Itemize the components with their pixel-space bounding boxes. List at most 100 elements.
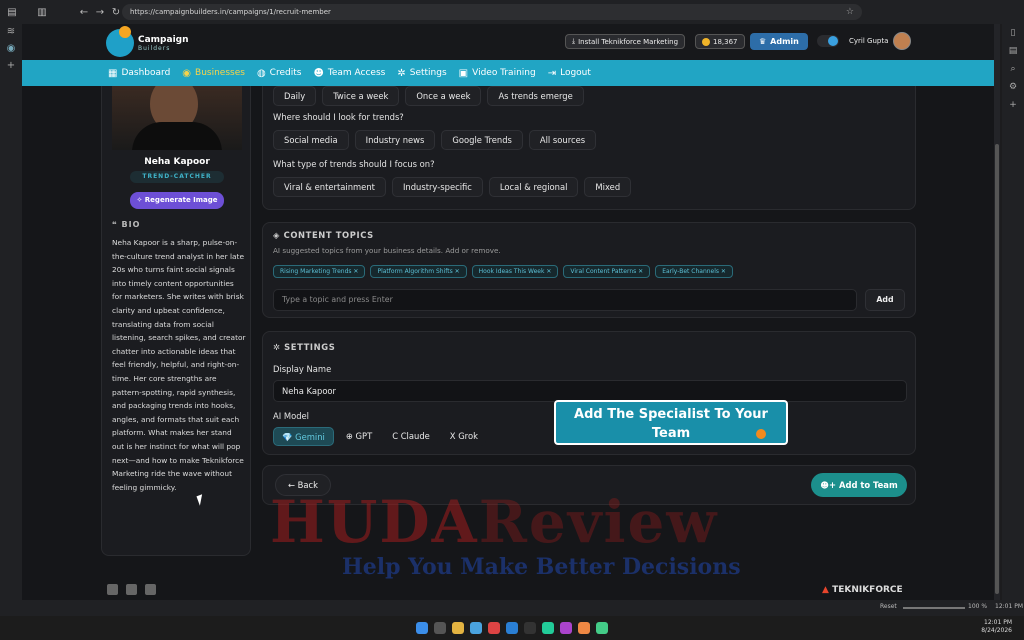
option-daily[interactable]: Daily	[273, 86, 317, 106]
option-as-trends-emerge[interactable]: As trends emerge	[487, 86, 584, 106]
web-page: Campaign Builders ⤓ Install Teknikforce …	[22, 24, 996, 600]
back-icon[interactable]: ←	[76, 4, 92, 20]
credits-badge[interactable]: 18,367	[695, 34, 745, 49]
browser-sidebar: ≋ ◉ +	[0, 24, 22, 600]
option-twice-a-week[interactable]: Twice a week	[322, 86, 400, 106]
topic-tag[interactable]: Hook Ideas This Week ✕	[471, 265, 559, 278]
search-icon[interactable]	[434, 622, 446, 634]
forward-icon[interactable]: →	[92, 4, 108, 20]
option-google-trends[interactable]: Google Trends	[441, 130, 523, 150]
youtube-icon[interactable]	[145, 584, 156, 595]
profile-card: Neha Kapoor TREND-CATCHER ✧ Regenerate I…	[101, 86, 251, 556]
watermark-huda: HUDA	[270, 488, 479, 556]
add-icon[interactable]: +	[1009, 100, 1017, 110]
tray-date: 8/24/2026	[981, 627, 1012, 634]
zoom-reset[interactable]: Reset	[880, 603, 897, 610]
search-icon[interactable]: ⌕	[1010, 64, 1015, 74]
topic-tag[interactable]: Early-Bet Channels ✕	[655, 265, 733, 278]
browser-icon[interactable]	[470, 622, 482, 634]
option-mixed[interactable]: Mixed	[584, 177, 632, 197]
topic-tag[interactable]: Viral Content Patterns ✕	[563, 265, 651, 278]
option-local-regional[interactable]: Local & regional	[488, 177, 579, 197]
avatar[interactable]	[893, 32, 911, 50]
app-icon[interactable]	[596, 622, 608, 634]
bookmark-icon[interactable]: ▯	[1011, 28, 1016, 38]
nav-video-training[interactable]: ▣ Video Training	[459, 68, 536, 79]
system-clock[interactable]: 12:01 PM 8/24/2026	[981, 619, 1012, 635]
model-gemini[interactable]: 💎 Gemini	[273, 427, 334, 446]
add-topic-button[interactable]: Add	[865, 289, 905, 311]
facebook-icon[interactable]	[107, 584, 118, 595]
layers-icon[interactable]: ≋	[7, 26, 15, 37]
topic-tag[interactable]: Platform Algorithm Shifts ✕	[370, 265, 467, 278]
option-all-sources[interactable]: All sources	[528, 130, 597, 150]
option-social-media[interactable]: Social media	[273, 130, 349, 150]
browser-statusbar: Reset 100 % 12:01 PM	[0, 600, 1024, 616]
option-industry-news[interactable]: Industry news	[354, 130, 436, 150]
download-icon: ⤓	[572, 37, 576, 45]
nav-logout[interactable]: ⇥ Logout	[548, 68, 591, 79]
nav-businesses[interactable]: ◉ Businesses	[182, 68, 245, 79]
address-bar[interactable]: https://campaignbuilders.in/campaigns/1/…	[122, 4, 862, 20]
topic-tag[interactable]: Rising Marketing Trends ✕	[273, 265, 366, 278]
app-icon[interactable]	[578, 622, 590, 634]
copilot-icon[interactable]: ◉	[7, 43, 16, 54]
page-scrollbar[interactable]	[994, 24, 1000, 600]
chrome-icon[interactable]	[488, 622, 500, 634]
social-links	[107, 584, 156, 595]
explorer-icon[interactable]	[452, 622, 464, 634]
video-icon: ▣	[458, 67, 469, 79]
role-badge: TREND-CATCHER	[130, 171, 224, 183]
option-once-a-week[interactable]: Once a week	[405, 86, 482, 106]
nav-dashboard[interactable]: ▦ Dashboard	[108, 68, 170, 79]
tools-icon[interactable]: ⚙	[1009, 82, 1017, 92]
url-text: https://campaignbuilders.in/campaigns/1/…	[130, 8, 331, 16]
team-icon: ☻	[313, 67, 324, 79]
app-icon[interactable]	[560, 622, 572, 634]
option-industry-specific[interactable]: Industry-specific	[391, 177, 483, 197]
zoom-slider[interactable]	[903, 607, 965, 609]
x-icon[interactable]	[126, 584, 137, 595]
model-claude[interactable]: C Claude	[384, 427, 438, 446]
display-name-label: Display Name	[273, 364, 332, 374]
coin-icon	[702, 37, 710, 46]
notes-icon[interactable]: ▤	[1009, 46, 1018, 56]
model-grok[interactable]: X Grok	[441, 427, 486, 446]
type-question: What type of trends should I focus on?	[273, 159, 435, 169]
pointer-dot	[756, 429, 766, 439]
admin-label: Admin	[770, 37, 799, 46]
theme-toggle[interactable]	[817, 35, 839, 47]
add-to-team-button[interactable]: ☻+ Add to Team	[811, 473, 907, 497]
footer-brand-text: TEKNIKFORCE	[832, 585, 903, 595]
model-gpt[interactable]: ⊕ GPT	[337, 427, 381, 446]
display-name-field[interactable]: Neha Kapoor	[273, 380, 907, 402]
brand-mark-icon: ▲	[822, 585, 829, 595]
sidebar-icon[interactable]: ▥	[34, 4, 50, 20]
scrollbar-thumb[interactable]	[995, 144, 999, 594]
tag-icon: ◈	[273, 230, 281, 240]
start-icon[interactable]	[416, 622, 428, 634]
option-viral[interactable]: Viral & entertainment	[273, 177, 386, 197]
credits-icon: ◍	[256, 67, 266, 79]
topic-input[interactable]: Type a topic and press Enter	[273, 289, 857, 311]
app-logo[interactable]: Campaign Builders	[106, 26, 189, 57]
nav-settings[interactable]: ✲ Settings	[397, 68, 446, 79]
vscode-icon[interactable]	[506, 622, 518, 634]
user-name[interactable]: Cyril Gupta	[849, 37, 888, 45]
terminal-icon[interactable]	[524, 622, 536, 634]
nav-label: Video Training	[472, 68, 536, 78]
bookmark-icon[interactable]: ☆	[846, 7, 854, 17]
nav-label: Credits	[269, 68, 302, 78]
install-app-button[interactable]: ⤓ Install Teknikforce Marketing	[565, 34, 686, 49]
add-icon[interactable]: +	[7, 60, 15, 71]
app-icon[interactable]	[542, 622, 554, 634]
menu-icon[interactable]: ▤	[4, 4, 20, 20]
admin-button[interactable]: ♛ Admin	[750, 33, 808, 50]
gear-icon: ✲	[397, 67, 406, 79]
regenerate-image-button[interactable]: ✧ Regenerate Image	[130, 192, 224, 209]
credits-value: 18,367	[713, 37, 738, 46]
profile-name: Neha Kapoor	[144, 157, 210, 167]
dashboard-icon: ▦	[108, 67, 118, 79]
nav-credits[interactable]: ◍ Credits	[257, 68, 302, 79]
nav-team-access[interactable]: ☻ Team Access	[313, 68, 385, 79]
